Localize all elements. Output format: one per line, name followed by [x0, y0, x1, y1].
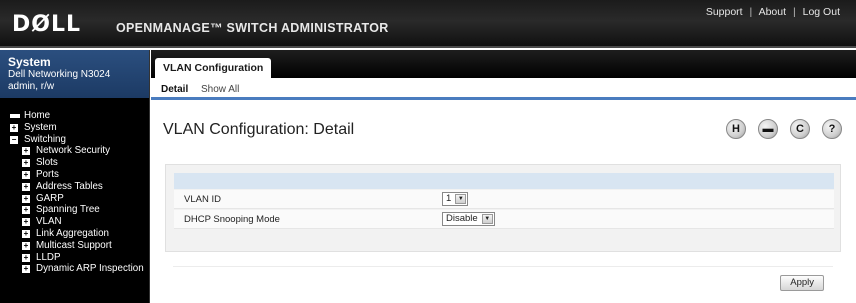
- subtab-show-all[interactable]: Show All: [201, 84, 239, 95]
- sidebar-item-label: LLDP: [36, 251, 61, 263]
- sidebar-item-system[interactable]: + System: [0, 122, 149, 134]
- sidebar-item-label: Link Aggregation: [36, 227, 109, 239]
- sidebar-item-switching[interactable]: − Switching: [0, 134, 149, 146]
- expand-icon[interactable]: +: [22, 159, 30, 168]
- sidebar-item-label: Home: [24, 110, 51, 121]
- top-header: DØLL OPENMANAGE™ SWITCH ADMINISTRATOR Su…: [0, 0, 856, 48]
- collapse-icon[interactable]: −: [10, 135, 18, 144]
- sidebar-item-label: GARP: [36, 192, 64, 204]
- tab-bar: VLAN Configuration: [151, 50, 856, 78]
- expand-icon[interactable]: +: [22, 147, 30, 156]
- sidebar-item-network-security[interactable]: + Network Security: [0, 145, 149, 157]
- form-row-dhcp-snooping: DHCP Snooping Mode Disable ▼: [174, 210, 834, 229]
- refresh-icon[interactable]: C: [790, 119, 810, 139]
- chevron-down-icon[interactable]: ▼: [481, 214, 493, 224]
- sidebar: System Dell Networking N3024 admin, r/w …: [0, 50, 150, 303]
- sidebar-item-label: Switching: [24, 133, 66, 145]
- sidebar-item-address-tables[interactable]: + Address Tables: [0, 181, 149, 193]
- chevron-down-icon[interactable]: ▼: [455, 194, 467, 204]
- sidebar-item-spanning-tree[interactable]: + Spanning Tree: [0, 204, 149, 216]
- tab-vlan-configuration[interactable]: VLAN Configuration: [155, 58, 272, 78]
- subtab-bar: Detail Show All: [151, 78, 856, 100]
- expand-icon[interactable]: +: [22, 206, 30, 215]
- sidebar-item-label: Multicast Support: [36, 239, 112, 251]
- sidebar-item-multicast-support[interactable]: + Multicast Support: [0, 240, 149, 252]
- user-info: admin, r/w: [8, 81, 55, 92]
- apply-button[interactable]: Apply: [780, 275, 824, 291]
- sidebar-item-vlan[interactable]: + VLAN: [0, 216, 149, 228]
- expand-icon[interactable]: +: [22, 253, 30, 262]
- main-content: VLAN Configuration: Detail H ▬ C ? VLAN …: [151, 101, 856, 303]
- expand-icon[interactable]: +: [22, 218, 30, 227]
- about-link[interactable]: About: [759, 6, 786, 18]
- question-icon[interactable]: ?: [822, 119, 842, 139]
- sidebar-item-label: Ports: [36, 168, 59, 180]
- expand-icon[interactable]: +: [22, 194, 30, 203]
- print-icon[interactable]: ▬: [758, 119, 778, 139]
- sidebar-item-label: Dynamic ARP Inspection: [36, 263, 144, 275]
- subtab-detail[interactable]: Detail: [161, 84, 188, 95]
- logout-link[interactable]: Log Out: [803, 6, 840, 18]
- form-header: [174, 173, 834, 189]
- sidebar-item-slots[interactable]: + Slots: [0, 157, 149, 169]
- link-separator: |: [792, 6, 796, 18]
- dhcp-snooping-value: Disable: [446, 213, 478, 224]
- nav-tree: Home + System − Switching + Network Secu…: [0, 98, 149, 275]
- sidebar-item-label: VLAN: [36, 216, 62, 228]
- sidebar-item-label: Network Security: [36, 145, 111, 157]
- sidebar-item-label: Spanning Tree: [36, 204, 100, 216]
- expand-icon[interactable]: +: [22, 182, 30, 191]
- link-separator: |: [749, 6, 753, 18]
- expand-icon[interactable]: +: [22, 241, 30, 250]
- dhcp-snooping-select[interactable]: Disable ▼: [442, 212, 495, 226]
- vlan-id-label: VLAN ID: [184, 194, 221, 205]
- sidebar-item-label: System: [24, 121, 57, 133]
- system-info-box[interactable]: System Dell Networking N3024 admin, r/w: [0, 50, 149, 98]
- form-panel: VLAN ID 1 ▼ DHCP Snooping Mode Disable ▼: [165, 164, 841, 252]
- expand-icon[interactable]: +: [10, 123, 18, 132]
- app-title: OPENMANAGE™ SWITCH ADMINISTRATOR: [116, 21, 389, 35]
- sidebar-item-ports[interactable]: + Ports: [0, 169, 149, 181]
- top-links: Support | About | Log Out: [706, 6, 840, 18]
- sidebar-item-home[interactable]: Home: [0, 110, 149, 122]
- home-icon: [10, 114, 20, 118]
- dhcp-snooping-label: DHCP Snooping Mode: [184, 214, 280, 225]
- sidebar-item-link-aggregation[interactable]: + Link Aggregation: [0, 228, 149, 240]
- toolbar: H ▬ C ?: [726, 119, 842, 139]
- dell-logo: DØLL: [12, 12, 82, 37]
- expand-icon[interactable]: +: [22, 265, 30, 274]
- system-model: Dell Networking N3024: [8, 69, 111, 80]
- sidebar-item-label: Address Tables: [36, 180, 103, 192]
- expand-icon[interactable]: +: [22, 170, 30, 179]
- divider: [173, 266, 833, 267]
- vlan-id-select[interactable]: 1 ▼: [442, 192, 469, 206]
- form-row-vlan-id: VLAN ID 1 ▼: [174, 190, 834, 209]
- vlan-id-value: 1: [446, 193, 452, 204]
- expand-icon[interactable]: +: [22, 229, 30, 238]
- support-link[interactable]: Support: [706, 6, 743, 18]
- sidebar-item-label: Slots: [36, 157, 58, 169]
- sidebar-item-lldp[interactable]: + LLDP: [0, 252, 149, 264]
- page-title: VLAN Configuration: Detail: [163, 121, 355, 138]
- help-h-icon[interactable]: H: [726, 119, 746, 139]
- sidebar-item-garp[interactable]: + GARP: [0, 193, 149, 205]
- sidebar-item-dynamic-arp-inspection[interactable]: + Dynamic ARP Inspection: [0, 263, 149, 275]
- system-title: System: [8, 55, 51, 69]
